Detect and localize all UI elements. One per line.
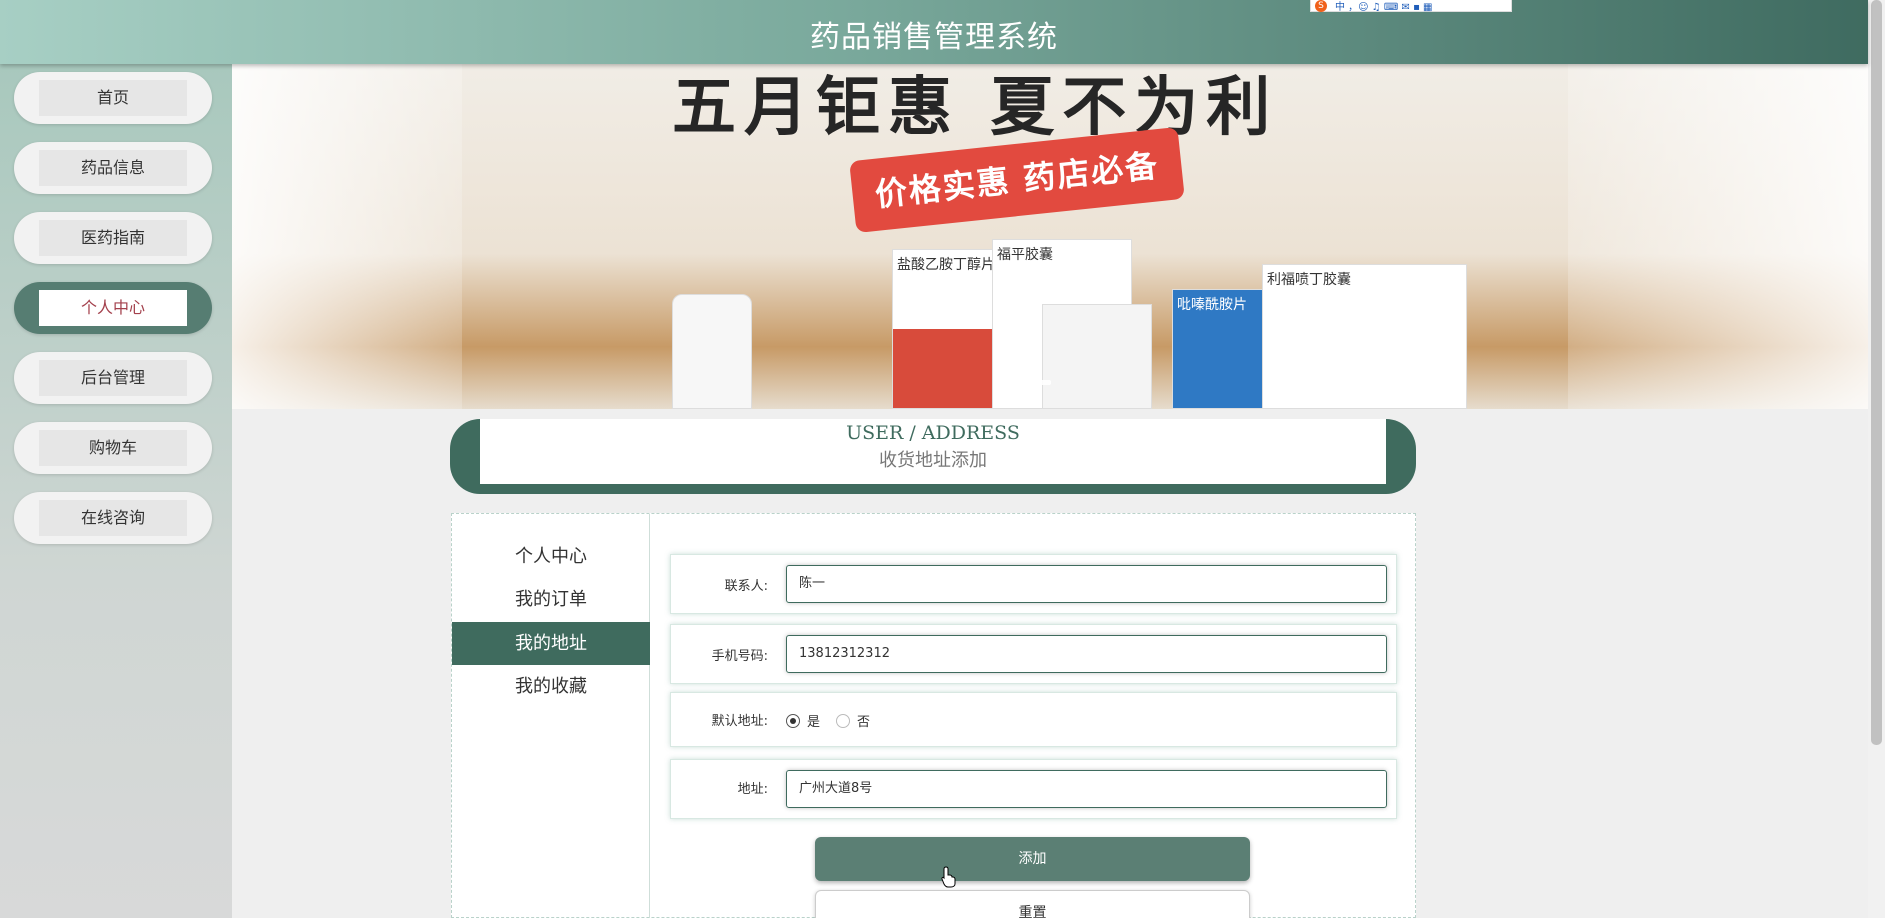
carousel-indicators[interactable]	[1013, 380, 1051, 385]
address-row: 地址: 广州大道8号	[670, 759, 1397, 819]
default-address-label: 默认地址:	[711, 714, 768, 729]
phone-row: 手机号码: 13812312312	[670, 624, 1397, 684]
sogou-logo-icon: S	[1315, 0, 1327, 12]
address-label: 地址:	[737, 782, 768, 797]
phone-input[interactable]: 13812312312	[786, 635, 1387, 673]
contact-input[interactable]: 陈一	[786, 565, 1387, 603]
banner-product-box: 吡嗪酰胺片	[1172, 289, 1267, 409]
radio-checked-icon	[786, 713, 800, 728]
user-menu-my-favorites[interactable]: 我的收藏	[452, 665, 650, 708]
sidebar-item-label: 首页	[39, 80, 187, 116]
user-menu-my-orders[interactable]: 我的订单	[452, 578, 650, 621]
sidebar-item-admin[interactable]: 后台管理	[14, 352, 212, 404]
sidebar-item-drug-info[interactable]: 药品信息	[14, 142, 212, 194]
curtain-right	[1568, 64, 1868, 409]
user-menu-my-address[interactable]: 我的地址	[452, 622, 650, 665]
add-button[interactable]: 添加	[815, 837, 1250, 881]
banner-bottle-image	[672, 294, 752, 409]
ime-status-icons[interactable]: 中 ，☺ ♫ ⌨ ✉ ▪ ▦	[1335, 0, 1433, 13]
contact-row: 联系人: 陈一	[670, 554, 1397, 614]
banner-headline: 五月钜惠 夏不为利	[672, 70, 1279, 145]
default-no-radio[interactable]: 否	[836, 711, 870, 730]
promo-banner[interactable]: 五月钜惠 夏不为利 价格实惠 药店必备 盐酸乙胺丁醇片 福平胶囊 吡嗪酰胺片 利…	[232, 64, 1868, 409]
curtain-left	[232, 64, 462, 409]
ime-toolbar[interactable]: S 中 ，☺ ♫ ⌨ ✉ ▪ ▦	[1310, 0, 1512, 13]
radio-unchecked-icon	[836, 713, 850, 728]
sidebar-item-label: 购物车	[39, 430, 187, 466]
sidebar-item-label: 在线咨询	[39, 500, 187, 536]
banner-product-box	[1042, 304, 1152, 409]
contact-label: 联系人:	[724, 579, 768, 594]
section-title: USER / ADDRESS 收货地址添加	[450, 419, 1416, 494]
app-title: 药品销售管理系统	[810, 20, 1058, 55]
reset-button[interactable]: 重置	[815, 890, 1250, 918]
default-yes-radio[interactable]: 是	[786, 711, 820, 730]
user-menu-personal-center[interactable]: 个人中心	[452, 535, 650, 578]
scrollbar-thumb[interactable]	[1871, 0, 1882, 745]
sidebar-item-personal-center[interactable]: 个人中心	[14, 282, 212, 334]
sidebar-item-label: 医药指南	[39, 220, 187, 256]
section-title-inner: USER / ADDRESS 收货地址添加	[480, 419, 1386, 484]
address-input[interactable]: 广州大道8号	[786, 770, 1387, 808]
default-address-row: 默认地址: 是 否	[670, 692, 1397, 747]
radio-no-label: 否	[857, 715, 871, 730]
main-sidebar: 首页 药品信息 医药指南 个人中心 后台管理 购物车 在线咨询	[0, 64, 232, 918]
radio-yes-label: 是	[807, 715, 821, 730]
sidebar-item-label: 药品信息	[39, 150, 187, 186]
sidebar-item-cart[interactable]: 购物车	[14, 422, 212, 474]
sidebar-item-online-consult[interactable]: 在线咨询	[14, 492, 212, 544]
page-scrollbar[interactable]	[1868, 0, 1885, 918]
sidebar-item-label: 后台管理	[39, 360, 187, 396]
section-title-cn: 收货地址添加	[879, 450, 987, 471]
carousel-dot[interactable]	[1013, 380, 1029, 385]
sidebar-item-home[interactable]: 首页	[14, 72, 212, 124]
phone-label: 手机号码:	[711, 649, 768, 664]
user-menu: 个人中心 我的订单 我的地址 我的收藏	[452, 514, 650, 918]
section-title-en: USER / ADDRESS	[846, 422, 1020, 444]
sidebar-item-label: 个人中心	[39, 290, 187, 326]
sidebar-item-medical-guide[interactable]: 医药指南	[14, 212, 212, 264]
carousel-dot[interactable]	[1035, 380, 1051, 385]
banner-product-box: 利福喷丁胶囊	[1262, 264, 1467, 409]
hand-cursor-icon	[941, 866, 956, 888]
app-header: 药品销售管理系统 S 中 ，☺ ♫ ⌨ ✉ ▪ ▦	[0, 0, 1868, 64]
